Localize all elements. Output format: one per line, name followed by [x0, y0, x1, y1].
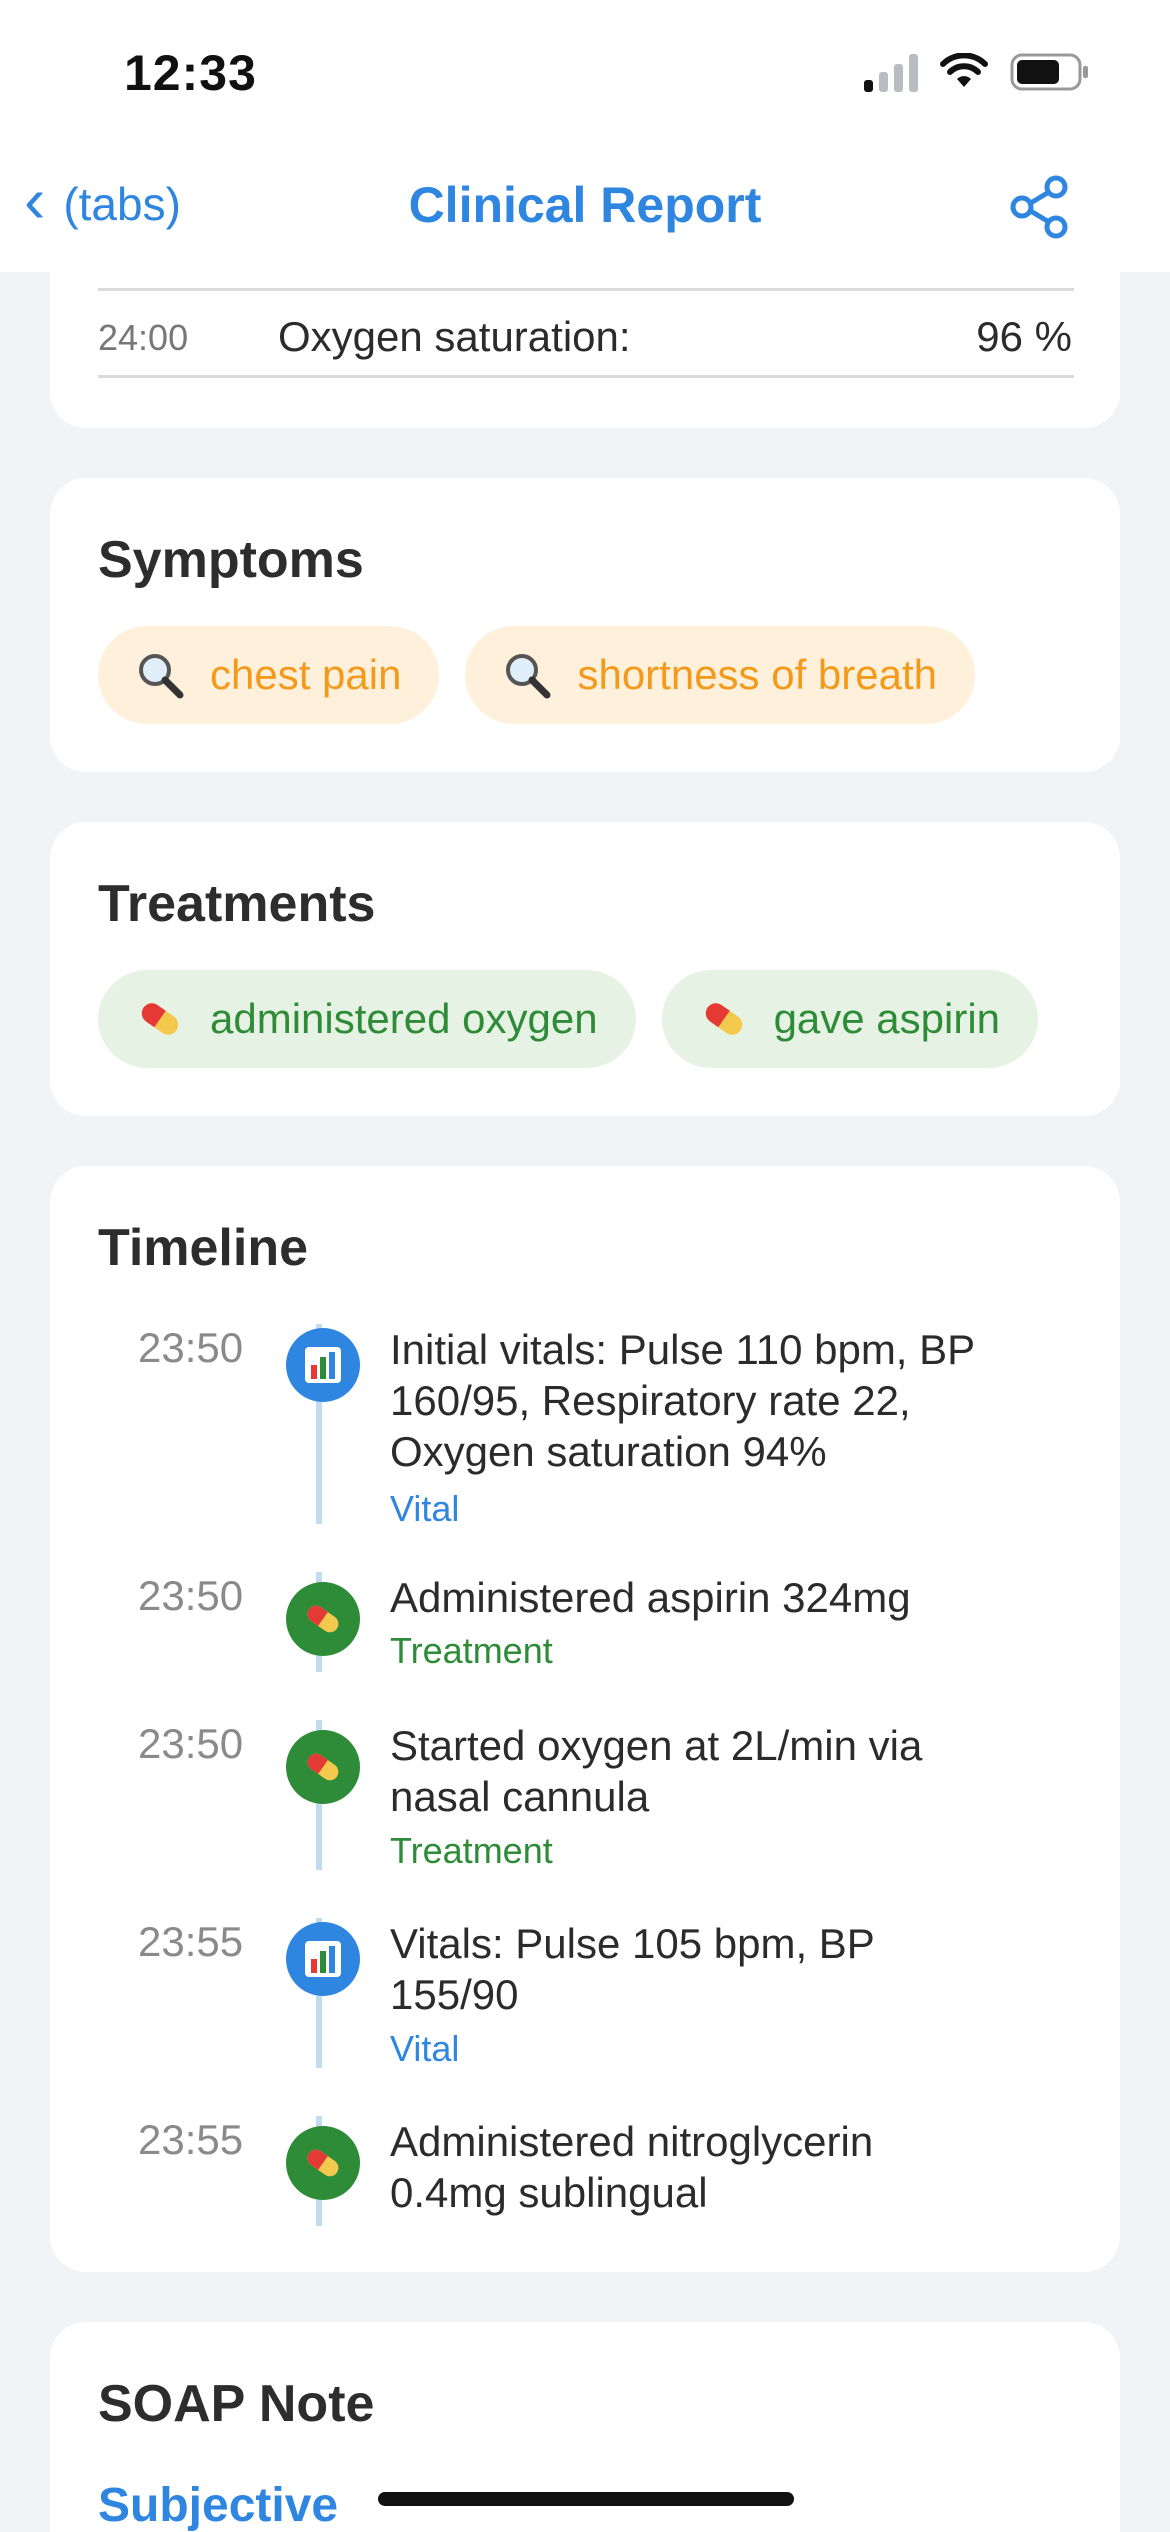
symptom-chip[interactable]: chest pain: [98, 626, 440, 724]
share-button[interactable]: [1004, 172, 1074, 242]
vital-time: 24:00: [98, 317, 189, 358]
symptom-chips: chest pain shortness of breath: [98, 626, 976, 724]
pill-icon: [286, 1730, 360, 1804]
treatments-title: Treatments: [98, 875, 376, 933]
event-time: 23:50: [138, 1572, 244, 1619]
status-icons: [864, 52, 1090, 92]
magnifier-icon: [139, 654, 184, 699]
event-text: Administered aspirin 324mg: [390, 1574, 911, 1621]
event-text: Administered nitroglycerin 0.4mg subling…: [390, 2118, 874, 2216]
battery-icon: [1010, 52, 1090, 92]
treatment-chips: administered oxygen gave aspirin: [98, 970, 1039, 1068]
event-tag: Treatment: [390, 1830, 553, 1871]
event-tag: Treatment: [390, 1630, 553, 1671]
timeline-card: Timeline 23:50 Initial vitals: Pulse 110…: [50, 1166, 1120, 2272]
soap-subjective-label[interactable]: Subjective: [98, 2478, 338, 2532]
symptom-label: shortness of breath: [577, 651, 938, 698]
top-bar: 12:33 ‹ (tabs) Clinical Report: [0, 0, 1170, 272]
symptom-label: chest pain: [210, 651, 402, 698]
chart-icon: [286, 1328, 360, 1402]
pill-icon: [141, 1003, 179, 1035]
wifi-icon: [940, 53, 988, 91]
pill-icon: [705, 1003, 742, 1035]
symptoms-title: Symptoms: [98, 531, 364, 589]
treatments-card: Treatments administered oxygen gave aspi…: [50, 822, 1120, 1116]
back-label: (tabs): [63, 178, 181, 230]
clinical-report-screen: 12:33 ‹ (tabs) Clinical Report 24:00 Oxy…: [0, 0, 1170, 2532]
event-text: Started oxygen at 2L/min via nasal cannu…: [390, 1722, 923, 1820]
event-time: 23:50: [138, 1324, 244, 1371]
soap-title: SOAP Note: [98, 2375, 375, 2433]
chevron-left-icon: ‹: [24, 164, 46, 236]
symptom-chip[interactable]: shortness of breath: [465, 626, 976, 724]
vital-value: 96 %: [976, 313, 1072, 360]
magnifier-icon: [506, 654, 551, 699]
home-indicator[interactable]: [378, 2492, 794, 2506]
event-tag: Vital: [390, 1488, 460, 1529]
treatment-label: administered oxygen: [210, 995, 598, 1042]
status-time: 12:33: [124, 45, 257, 101]
treatment-chip[interactable]: administered oxygen: [98, 970, 636, 1068]
pill-icon: [286, 1582, 360, 1656]
treatment-chip[interactable]: gave aspirin: [661, 970, 1039, 1068]
vital-label: Oxygen saturation:: [278, 313, 631, 360]
share-icon: [1010, 175, 1068, 239]
pill-icon: [286, 2126, 360, 2200]
event-tag: Vital: [390, 2028, 460, 2069]
symptoms-card: Symptoms chest pain shortness of breath: [50, 478, 1120, 772]
event-time: 23:55: [138, 2116, 244, 2163]
event-time: 23:55: [138, 1918, 244, 1965]
vital-row: 24:00 Oxygen saturation: 96 %: [98, 288, 1074, 378]
event-text: Vitals: Pulse 105 bpm, BP 155/90: [390, 1920, 875, 2018]
event-time: 23:50: [138, 1720, 244, 1767]
cellular-signal-icon: [864, 52, 918, 92]
chart-icon: [286, 1922, 360, 1996]
event-text: Initial vitals: Pulse 110 bpm, BP 160/95…: [390, 1326, 976, 1475]
treatment-label: gave aspirin: [773, 995, 1001, 1042]
timeline-title: Timeline: [98, 1219, 309, 1277]
back-button[interactable]: ‹ (tabs): [24, 168, 181, 236]
